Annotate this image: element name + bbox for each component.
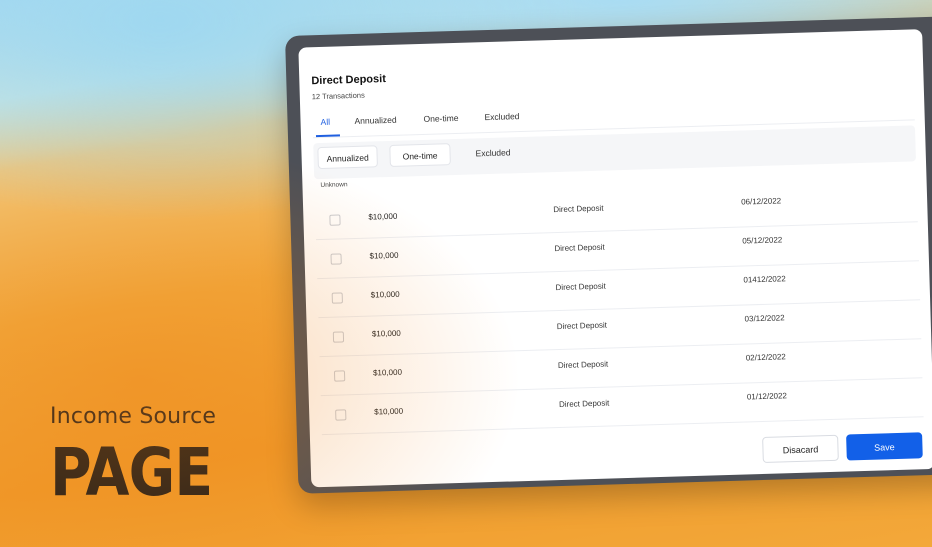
section-label: Unknown bbox=[320, 181, 348, 190]
filter-one-time-button[interactable]: One-time bbox=[389, 143, 451, 167]
row-amount: $10,000 bbox=[368, 211, 398, 222]
tab-one-time[interactable]: One-time bbox=[423, 113, 458, 124]
transaction-count: 12 Transactions bbox=[311, 90, 365, 102]
row-checkbox[interactable] bbox=[333, 370, 346, 382]
row-description: Direct Deposit bbox=[557, 359, 609, 371]
row-date: 03/12/2022 bbox=[744, 313, 785, 324]
tab-excluded[interactable]: Excluded bbox=[484, 111, 519, 122]
row-date: 06/12/2022 bbox=[740, 196, 782, 207]
row-date: 05/12/2022 bbox=[742, 235, 783, 246]
row-checkbox[interactable] bbox=[330, 253, 342, 265]
row-amount: $10,000 bbox=[369, 250, 399, 261]
income-source-panel: Direct Deposit 12 Transactions All Annua… bbox=[298, 29, 932, 488]
row-checkbox[interactable] bbox=[331, 292, 343, 304]
filter-annualized-button[interactable]: Annualized bbox=[317, 145, 378, 170]
row-description: Direct Deposit bbox=[556, 320, 608, 332]
row-date: 01/12/2022 bbox=[746, 391, 788, 402]
filter-excluded-button[interactable]: Excluded bbox=[475, 141, 511, 164]
transaction-list: $10,000 Direct Deposit 06/12/2022 $10,00… bbox=[314, 183, 924, 436]
tab-all[interactable]: All bbox=[320, 117, 330, 127]
row-amount: $10,000 bbox=[370, 289, 400, 300]
row-description: Direct Deposit bbox=[553, 203, 604, 215]
hero-title: PAGE bbox=[50, 434, 213, 511]
row-amount: $10,000 bbox=[371, 328, 401, 339]
row-amount: $10,000 bbox=[372, 367, 403, 378]
row-checkbox[interactable] bbox=[332, 331, 345, 343]
row-date: 02/12/2022 bbox=[745, 352, 786, 363]
active-tab-indicator bbox=[315, 134, 341, 138]
row-date: 01412/2022 bbox=[743, 274, 786, 285]
tab-annualized[interactable]: Annualized bbox=[354, 115, 396, 126]
device-frame: Direct Deposit 12 Transactions All Annua… bbox=[285, 15, 932, 494]
row-checkbox[interactable] bbox=[329, 214, 341, 226]
row-description: Direct Deposit bbox=[554, 242, 605, 254]
row-checkbox[interactable] bbox=[335, 409, 347, 421]
hero-subtitle: Income Source bbox=[50, 404, 217, 429]
row-amount: $10,000 bbox=[374, 406, 404, 417]
page-title: Direct Deposit bbox=[311, 73, 387, 88]
row-description: Direct Deposit bbox=[558, 398, 610, 410]
row-description: Direct Deposit bbox=[555, 281, 606, 293]
save-button[interactable]: Save bbox=[846, 432, 923, 461]
discard-button[interactable]: Disacard bbox=[762, 434, 839, 464]
